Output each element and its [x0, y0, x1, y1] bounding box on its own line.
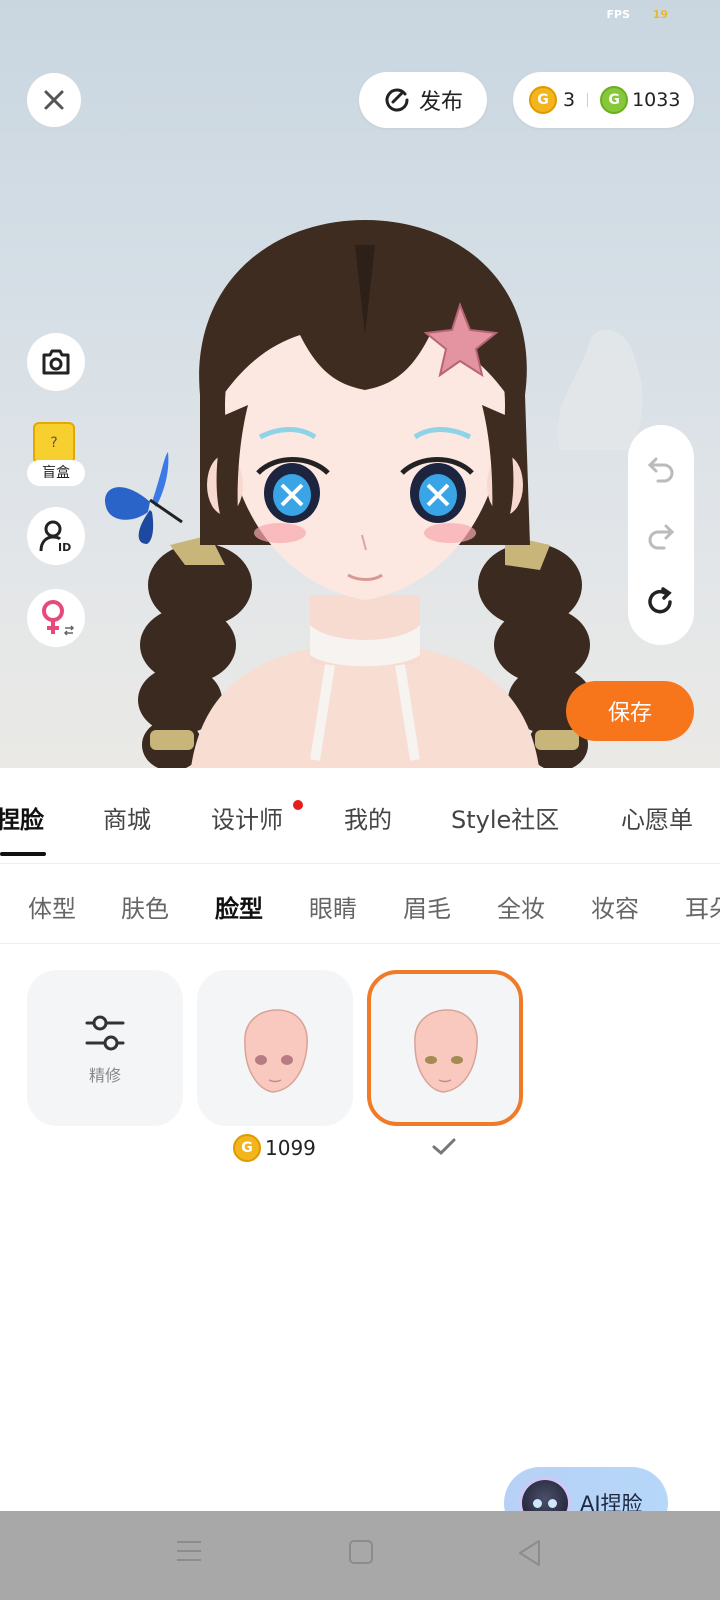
undo-button[interactable] — [641, 448, 681, 488]
notification-dot — [293, 800, 303, 810]
green-coin-count: 1033 — [632, 89, 681, 111]
tab-style-community[interactable]: Style社区 — [451, 800, 559, 835]
category-tab-bar: 体型 肤色 脸型 眼睛 眉毛 全妆 妆容 耳朵 — [0, 864, 720, 944]
face-preview-image — [244, 1009, 308, 1093]
gold-coin-count: 3 — [563, 89, 576, 111]
close-button[interactable] — [27, 73, 81, 127]
back-triangle-icon — [519, 1540, 540, 1566]
svg-text:ID: ID — [58, 541, 71, 553]
tab-mine[interactable]: 我的 — [344, 800, 392, 835]
fps-label: FPS — [606, 8, 631, 21]
gold-coin-icon: G — [233, 1134, 261, 1162]
blind-box-label: 盲盒 — [27, 460, 85, 486]
subtab-body[interactable]: 体型 — [28, 889, 76, 924]
item-price: G 1099 — [233, 1134, 316, 1162]
back-nav-button[interactable] — [517, 1539, 543, 1571]
avatar-id-button[interactable]: ID — [27, 507, 85, 565]
redo-icon — [648, 524, 675, 550]
gender-switch-button[interactable] — [27, 589, 85, 647]
subtab-ears[interactable]: 耳朵 — [685, 889, 720, 924]
tab-wishlist[interactable]: 心愿单 — [621, 800, 693, 835]
undo-icon — [647, 457, 674, 483]
refine-item[interactable]: 精修 — [27, 970, 183, 1126]
home-nav-button[interactable] — [348, 1539, 374, 1569]
face-shape-item[interactable] — [197, 970, 353, 1126]
history-controls — [628, 425, 694, 645]
subtab-face-shape[interactable]: 脸型 — [215, 889, 263, 924]
sliders-icon — [85, 1015, 125, 1051]
active-tab-indicator — [0, 852, 46, 856]
tab-designer[interactable]: 设计师 — [211, 800, 283, 835]
redo-button[interactable] — [641, 515, 681, 555]
publish-icon — [385, 88, 409, 112]
save-button[interactable]: 保存 — [566, 681, 694, 741]
price-value: 1099 — [265, 1136, 316, 1160]
currency-balance[interactable]: G 3 G 1033 — [513, 72, 694, 128]
blind-box-button[interactable]: ? 盲盒 — [27, 422, 85, 486]
tab-face-edit[interactable]: 捏脸 — [0, 800, 44, 835]
close-icon — [44, 90, 64, 110]
system-navigation-bar — [0, 1511, 720, 1600]
female-symbol-icon — [42, 600, 75, 636]
face-preview-image — [414, 1009, 478, 1093]
main-tab-bar: 捏脸 商城 设计师 我的 Style社区 心愿单 — [0, 768, 720, 864]
publish-button[interactable]: 发布 — [359, 72, 487, 128]
reset-button[interactable] — [641, 582, 681, 622]
subtab-makeup[interactable]: 妆容 — [591, 889, 639, 924]
refresh-icon — [648, 586, 672, 614]
camera-icon — [42, 349, 70, 375]
user-id-icon: ID — [39, 520, 71, 553]
currency-divider — [587, 93, 589, 107]
refine-label: 精修 — [88, 1066, 121, 1085]
subtab-eyebrows[interactable]: 眉毛 — [403, 889, 451, 924]
menu-icon — [177, 1541, 201, 1561]
avatar-character[interactable] — [130, 215, 600, 768]
home-square-icon — [349, 1540, 373, 1564]
blind-box-icon: ? — [33, 422, 75, 464]
tab-shop[interactable]: 商城 — [103, 800, 151, 835]
face-shape-item-selected[interactable] — [367, 970, 523, 1126]
publish-label: 发布 — [418, 90, 463, 115]
subtab-skin[interactable]: 肤色 — [121, 889, 169, 924]
gold-coin-icon: G — [529, 86, 557, 114]
butterfly-decoration — [105, 452, 183, 544]
green-coin-icon: G — [600, 86, 629, 114]
subtab-full-makeup[interactable]: 全妆 — [497, 889, 545, 924]
menu-nav-button[interactable] — [175, 1539, 203, 1567]
checkmark-icon — [432, 1138, 456, 1156]
camera-button[interactable] — [27, 333, 85, 391]
subtab-eyes[interactable]: 眼睛 — [309, 889, 357, 924]
fps-value: 19 — [652, 8, 668, 21]
avatar-preview-scene: FPS 19 发布 G 3 G 1033 ? 盲盒 ID 保存 — [0, 0, 720, 768]
